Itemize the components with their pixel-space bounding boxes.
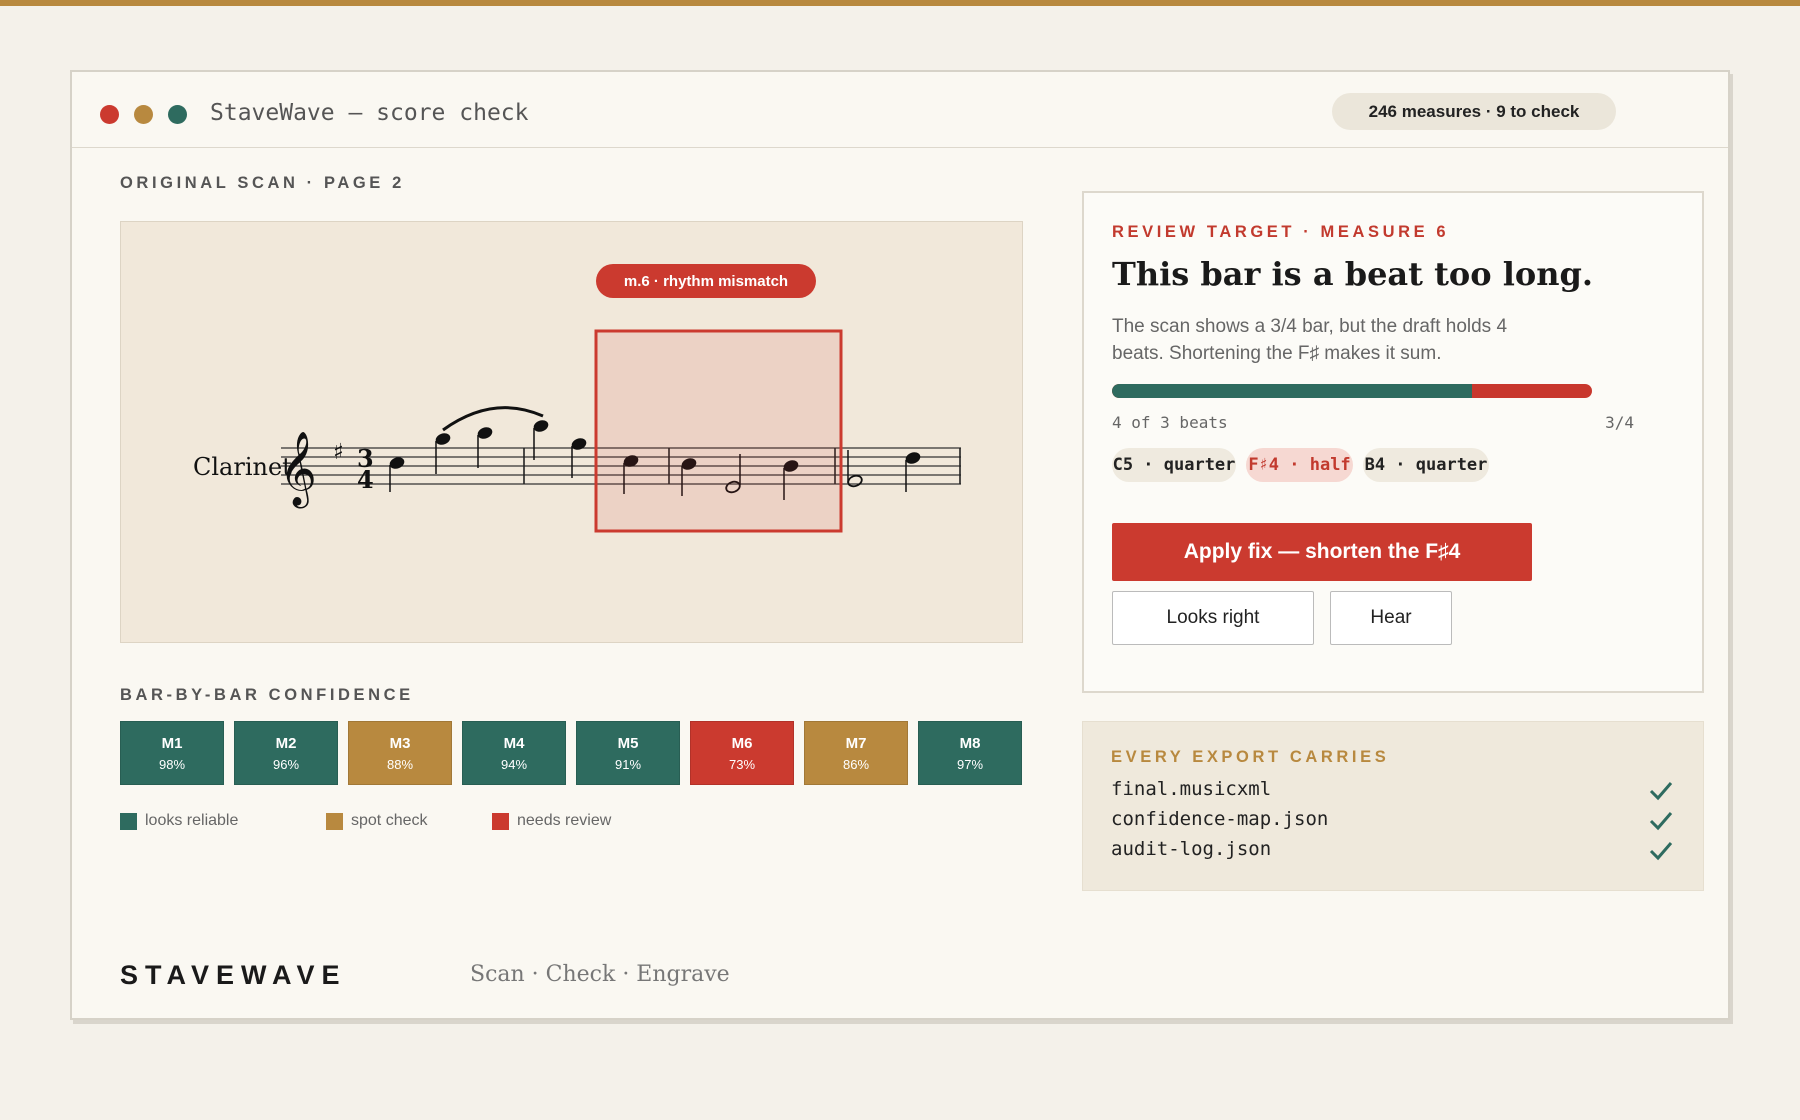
confidence-cell-percent: 98% (158, 756, 186, 772)
time-signature-bottom: 4 (357, 465, 374, 494)
top-accent-stripe (0, 0, 1800, 6)
confidence-cell-m1[interactable]: M1 98% (120, 721, 224, 785)
legend-reliable-label: looks reliable (145, 812, 239, 829)
check-icon (1649, 812, 1673, 831)
note-chip-b4[interactable]: B4 · quarter (1363, 448, 1489, 482)
review-target-card: REVIEW TARGET · MEASURE 6 This bar is a … (1082, 191, 1704, 693)
confidence-cell-percent: 91% (614, 756, 642, 772)
key-sharp-icon: ♯ (333, 439, 344, 465)
legend-swatch (492, 812, 509, 830)
instrument-label: Clarinet (193, 453, 292, 481)
confidence-cell-measure: M4 (503, 734, 525, 752)
export-eyebrow: EVERY EXPORT CARRIES (1111, 748, 1390, 766)
close-window-dot[interactable] (100, 105, 119, 124)
treble-clef-icon: 𝄞 (279, 432, 317, 509)
note-chip-fsharp4[interactable]: F♯4 · half (1246, 448, 1353, 482)
confidence-cell-measure: M5 (617, 734, 639, 752)
confidence-cell-percent: 96% (272, 756, 300, 772)
window-title: StaveWave — score check (210, 100, 529, 126)
maximize-window-dot[interactable] (168, 105, 187, 124)
looks-right-button[interactable]: Looks right (1112, 591, 1314, 645)
confidence-cell-m7[interactable]: M7 86% (804, 721, 908, 785)
note-head (435, 433, 451, 445)
measures-status-badge: 246 measures · 9 to check (1332, 93, 1616, 130)
hear-button[interactable]: Hear (1330, 591, 1452, 645)
scan-section-label: ORIGINAL SCAN · PAGE 2 (120, 174, 405, 192)
confidence-cell-measure: M6 (731, 734, 753, 752)
note-head (389, 457, 405, 469)
confidence-cell-percent: 73% (728, 756, 756, 772)
legend-swatch (120, 812, 137, 830)
export-file-name: audit-log.json (1111, 838, 1272, 860)
slur-mark (442, 406, 544, 432)
legend-spot-label: spot check (351, 812, 428, 829)
confidence-legend: looks reliable spot check needs review (120, 812, 740, 836)
brand-wordmark: STAVEWAVE (120, 960, 347, 990)
review-title: This bar is a beat too long. (1112, 255, 1593, 293)
confidence-cell-percent: 94% (500, 756, 528, 772)
confidence-cell-m3[interactable]: M3 88% (348, 721, 452, 785)
legend-review-label: needs review (517, 812, 612, 829)
confidence-cell-m2[interactable]: M2 96% (234, 721, 338, 785)
confidence-cell-measure: M7 (845, 734, 867, 752)
app-window: StaveWave — score check 246 measures · 9… (70, 70, 1730, 1020)
review-eyebrow: REVIEW TARGET · MEASURE 6 (1112, 223, 1450, 241)
confidence-cell-measure: M8 (959, 734, 981, 752)
export-file-name: final.musicxml (1111, 778, 1272, 800)
legend-spot-check: spot check (326, 812, 427, 830)
check-icon (1649, 842, 1673, 861)
confidence-section-label: BAR-BY-BAR CONFIDENCE (120, 686, 414, 704)
measure-6-highlight (594, 329, 843, 533)
apply-fix-button[interactable]: Apply fix — shorten the F♯4 (1112, 523, 1532, 581)
meter-label: 3/4 (1605, 413, 1634, 432)
confidence-cell-m6[interactable]: M6 73% (690, 721, 794, 785)
review-description: The scan shows a 3/4 bar, but the draft … (1112, 316, 1508, 364)
check-icon (1649, 782, 1673, 801)
note-head (533, 420, 549, 432)
confidence-cell-m8[interactable]: M8 97% (918, 721, 1022, 785)
confidence-cell-measure: M2 (275, 734, 297, 752)
export-file-row: confidence-map.json (1111, 808, 1673, 834)
note-head-half (847, 474, 863, 488)
confidence-cell-measure: M1 (161, 734, 183, 752)
export-file-row: audit-log.json (1111, 838, 1673, 864)
note-head (905, 452, 921, 464)
beat-count-bar (1112, 384, 1592, 398)
confidence-bar-row: M1 98% M2 96% M3 88% M4 94% M5 91% M6 73% M7 86% M8 97% (120, 721, 1026, 785)
legend-reliable: looks reliable (120, 812, 238, 830)
export-contents-card: EVERY EXPORT CARRIES final.musicxml conf… (1082, 721, 1704, 891)
brand-tagline: Scan · Check · Engrave (470, 962, 730, 987)
minimize-window-dot[interactable] (134, 105, 153, 124)
export-file-name: confidence-map.json (1111, 808, 1329, 830)
confidence-cell-m4[interactable]: M4 94% (462, 721, 566, 785)
beat-count-fill (1112, 384, 1472, 398)
export-file-row: final.musicxml (1111, 778, 1673, 804)
staff-notation: Clarinet 𝄞 ♯ 3 4 (193, 329, 961, 533)
confidence-cell-measure: M3 (389, 734, 411, 752)
legend-swatch (326, 812, 343, 830)
rhythm-mismatch-flag[interactable]: m.6 · rhythm mismatch (596, 264, 816, 298)
confidence-cell-m5[interactable]: M5 91% (576, 721, 680, 785)
confidence-cell-percent: 88% (386, 756, 414, 772)
title-bar: StaveWave — score check 246 measures · 9… (72, 72, 1728, 148)
confidence-cell-percent: 86% (842, 756, 870, 772)
confidence-cell-percent: 97% (956, 756, 984, 772)
beat-count-caption: 4 of 3 beats (1112, 413, 1228, 432)
original-scan-panel: Clarinet 𝄞 ♯ 3 4 m.6 · rhythm mismatch (120, 221, 1023, 643)
note-chip-c5[interactable]: C5 · quarter (1112, 448, 1236, 482)
note-head (477, 427, 493, 439)
legend-needs-review: needs review (492, 812, 611, 830)
note-head (571, 438, 587, 450)
